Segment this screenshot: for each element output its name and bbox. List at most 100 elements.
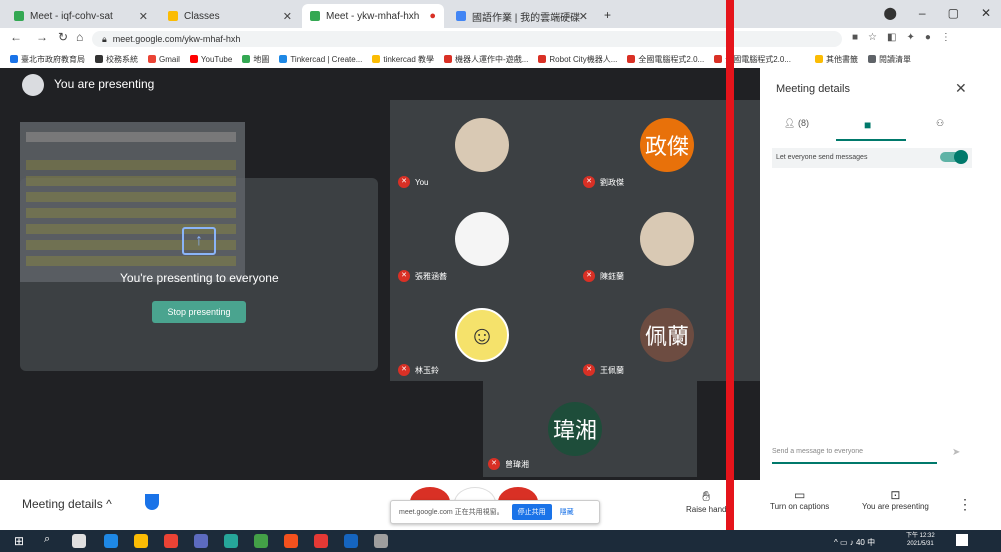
- app-icon[interactable]: [194, 534, 208, 548]
- participant-name: ✕ 陳鈺蘭: [583, 270, 624, 282]
- star-icon[interactable]: ☆: [868, 32, 877, 43]
- hide-button[interactable]: 隱藏: [560, 507, 574, 517]
- menu-icon[interactable]: ⋮: [941, 32, 951, 43]
- tab-drive[interactable]: 國語作業 | 我的雲端硬碟 ✕: [448, 4, 596, 28]
- drive-favicon-icon: [456, 11, 466, 21]
- bookmark-item[interactable]: Tinkercad | Create...: [279, 55, 362, 64]
- app-icon[interactable]: [314, 534, 328, 548]
- app-icon[interactable]: [224, 534, 238, 548]
- mic-off-icon: ✕: [398, 364, 410, 376]
- smiley-avatar-icon: ☺: [455, 308, 509, 362]
- tab-label: Meet - iqf-cohv-sat: [30, 10, 113, 22]
- presenting-label: You are presenting: [54, 77, 155, 91]
- bookmark-item[interactable]: 地圖: [242, 54, 269, 65]
- ime-indicator[interactable]: 中: [867, 538, 875, 547]
- close-icon[interactable]: ✕: [139, 10, 148, 23]
- participant-name: ✕ You: [398, 176, 429, 188]
- close-icon[interactable]: ✕: [579, 10, 588, 23]
- sharing-notification-bar: meet.google.com 正在共用視窗。 停止共用 隱藏: [390, 500, 600, 524]
- lock-icon: 🔒︎: [102, 33, 107, 44]
- edge-icon[interactable]: [104, 534, 118, 548]
- captions-icon: ▭: [793, 488, 806, 502]
- bookmark-item[interactable]: 其他書籤: [815, 54, 858, 65]
- participant-grid: [390, 100, 760, 381]
- bookmark-item[interactable]: Robot City機器人...: [538, 54, 617, 65]
- file-explorer-icon[interactable]: [134, 534, 148, 548]
- tab-label: Meet - ykw-mhaf-hxh: [326, 10, 420, 22]
- bookmark-item[interactable]: Gmail: [148, 55, 180, 64]
- tab-activities[interactable]: ⚇: [936, 118, 944, 129]
- line-icon[interactable]: [254, 534, 268, 548]
- tab-people[interactable]: 👤︎ (8): [784, 118, 809, 129]
- close-window-icon[interactable]: ✕: [981, 6, 991, 20]
- tray-icons[interactable]: ^ ▭ ♪ 40: [834, 538, 865, 547]
- maximize-icon[interactable]: ▢: [948, 6, 959, 20]
- clock[interactable]: 下午 12:32 2021/5/31: [906, 532, 935, 548]
- stop-sharing-button[interactable]: 停止共用: [511, 504, 552, 520]
- tab-classes[interactable]: Classes ✕: [160, 4, 300, 28]
- back-icon[interactable]: ←: [10, 30, 22, 44]
- camera-icon[interactable]: ■: [852, 32, 858, 43]
- close-icon[interactable]: ✕: [955, 80, 967, 97]
- bookmark-item[interactable]: 閱讀清單: [868, 54, 911, 65]
- app-icon[interactable]: [374, 534, 388, 548]
- presenter-avatar: [22, 74, 44, 96]
- more-options-icon[interactable]: ⋮: [958, 496, 972, 513]
- present-screen-icon: ↑: [182, 227, 216, 255]
- chat-icon: ■: [864, 118, 872, 132]
- sharing-text: meet.google.com 正在共用視窗。: [399, 509, 504, 516]
- message-input[interactable]: Send a message to everyone: [772, 448, 937, 464]
- extension-icons: ■ ☆ ◧ ✦ ● ⋮: [852, 32, 951, 43]
- app-icon[interactable]: [284, 534, 298, 548]
- clock-time: 下午 12:32: [906, 533, 935, 539]
- participant-avatar: 政傑: [640, 118, 694, 172]
- bookmarks-bar: 臺北市政府教育局 校務系統 Gmail YouTube 地圖 Tinkercad…: [0, 50, 1001, 69]
- tab-label: 國語作業 | 我的雲端硬碟: [472, 12, 581, 24]
- raise-hand-button[interactable]: ✋︎ Raise hand: [686, 488, 726, 514]
- present-now-button[interactable]: ⊡ You are presenting: [862, 488, 929, 511]
- participant-name: ✕ 王佩蘭: [583, 364, 624, 376]
- activities-icon: ⚇: [936, 118, 945, 128]
- forward-icon[interactable]: →: [36, 30, 48, 44]
- profile-icon[interactable]: ●: [925, 32, 931, 43]
- red-annotation-line: [726, 0, 734, 552]
- tab-indicator: [836, 139, 906, 141]
- tab-meet-1[interactable]: Meet - iqf-cohv-sat ✕: [6, 4, 156, 28]
- bookmark-item[interactable]: 臺北市政府教育局: [10, 54, 85, 65]
- people-icon: 👤︎: [784, 118, 796, 128]
- window-controls: ⬤ – ▢ ✕: [883, 6, 991, 20]
- meet-favicon-icon: [14, 11, 24, 21]
- chrome-icon[interactable]: [164, 534, 178, 548]
- bookmark-item[interactable]: tinkercad 教學: [372, 54, 434, 65]
- shared-screen-thumbnail: [20, 122, 245, 282]
- reload-icon[interactable]: ↻: [58, 30, 68, 44]
- record-icon[interactable]: ⬤: [883, 6, 896, 20]
- extension-icon[interactable]: ◧: [887, 32, 896, 43]
- bookmark-item[interactable]: 全國電腦程式2.0...: [627, 54, 704, 65]
- windows-start-icon[interactable]: ⊞: [14, 534, 24, 548]
- app-icon[interactable]: [344, 534, 358, 548]
- bookmark-item[interactable]: 校務系統: [95, 54, 138, 65]
- notification-icon[interactable]: [956, 534, 968, 546]
- minimize-icon[interactable]: –: [919, 6, 926, 20]
- bookmark-item[interactable]: 機器人運作中-遊戲...: [444, 54, 528, 65]
- new-tab-icon[interactable]: +: [604, 8, 611, 22]
- bookmark-item[interactable]: YouTube: [189, 55, 232, 64]
- toggle-knob: [954, 150, 968, 164]
- send-icon[interactable]: ➤: [952, 447, 960, 458]
- puzzle-icon[interactable]: ✦: [906, 32, 914, 43]
- chevron-up-icon: ^: [106, 497, 112, 511]
- captions-button[interactable]: ▭ Turn on captions: [770, 488, 829, 511]
- meet-bottom-bar: [0, 480, 760, 530]
- task-view-icon[interactable]: [72, 534, 86, 548]
- home-icon[interactable]: ⌂: [76, 30, 83, 44]
- search-icon[interactable]: ⌕: [44, 533, 50, 546]
- meeting-details-button[interactable]: Meeting details ^: [22, 497, 112, 511]
- participant-avatar: [455, 118, 509, 172]
- shield-icon[interactable]: [145, 494, 159, 510]
- participant-avatar: 瑋湘: [548, 402, 602, 456]
- tab-chat[interactable]: ■: [864, 118, 871, 132]
- close-icon[interactable]: ✕: [283, 10, 292, 23]
- tab-meet-active[interactable]: Meet - ykw-mhaf-hxh ●: [302, 4, 444, 28]
- stop-presenting-button[interactable]: Stop presenting: [152, 301, 246, 323]
